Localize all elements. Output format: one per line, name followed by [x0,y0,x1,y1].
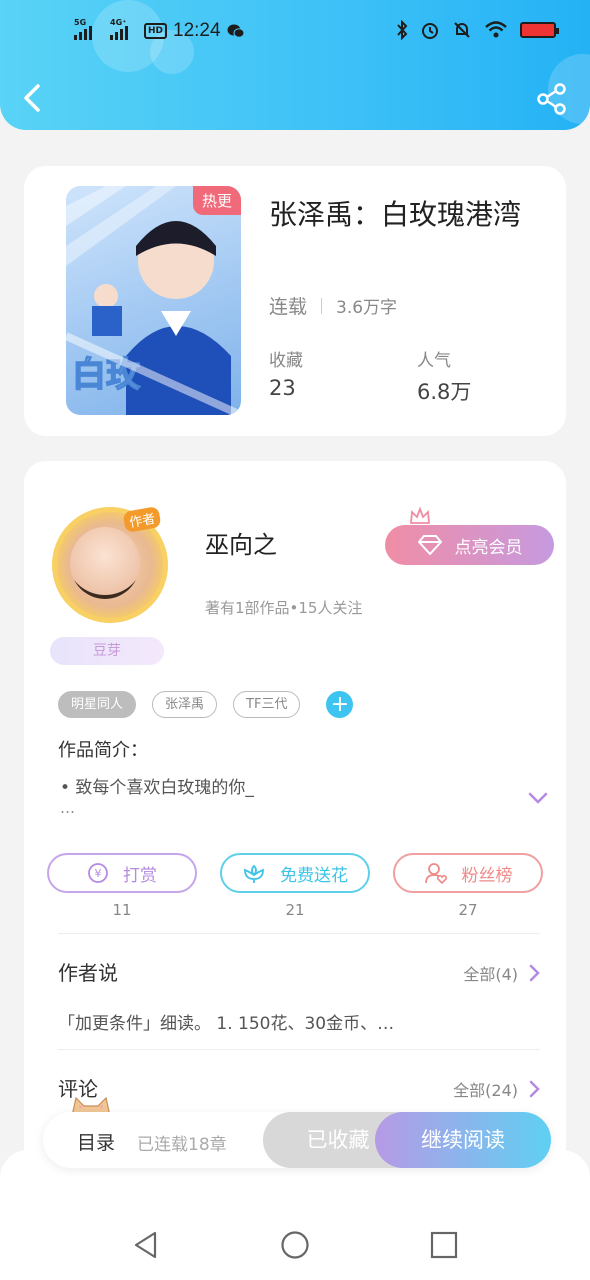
author-stats: 著有1部作品•15人关注 [205,599,363,617]
favorites-label: 收藏 [269,351,303,371]
add-tag-button[interactable]: + [326,691,354,718]
header: 5G 4G⁺ HD 12:24 [0,0,590,130]
author-avatar[interactable]: 作者 [48,499,198,649]
tag-list: 明星同人 张泽禹 TF三代 + [58,691,354,718]
send-flower-button[interactable]: 免费送花 [220,853,370,893]
alarm-icon [422,23,438,39]
divider [58,933,540,934]
tip-button[interactable]: ¥ 打赏 [47,853,197,893]
toc-status: 已连载18章 [137,1135,227,1155]
nav-home-icon[interactable] [280,1230,310,1260]
nav-recents-icon[interactable] [429,1230,459,1260]
comments-more-label: 全部(24) [453,1081,518,1100]
expand-chevron-icon[interactable] [527,791,549,805]
meta-divider [321,297,323,314]
author-says-more-label: 全部(4) [463,965,518,984]
signal-5g-icon: 5G [74,18,92,40]
share-icon[interactable] [536,82,568,116]
system-nav-bar [0,1150,590,1280]
send-flower-label: 免费送花 [280,865,348,886]
fan-ranking-label: 粉丝榜 [461,865,513,886]
author-says-more[interactable]: 全部(4) [463,961,540,985]
tag-item[interactable]: 明星同人 [58,691,137,718]
clock: 12:24 [173,20,221,41]
intro-text: • 致每个喜欢白玫瑰的你_ [60,778,254,798]
chevron-right-icon [529,1080,540,1098]
flower-icon [244,864,264,883]
comments-more[interactable]: 全部(24) [453,1077,540,1101]
fan-user-icon [424,863,447,884]
intro-label: 作品简介： [58,740,148,761]
continue-reading-button[interactable]: 继续阅读 [375,1112,551,1168]
book-cover[interactable]: 白玫 热更 [66,186,241,415]
toc-button[interactable]: 目录 [77,1128,115,1155]
diamond-icon [417,535,442,555]
back-icon[interactable] [18,80,48,116]
nav-back-icon[interactable] [131,1230,161,1260]
author-name[interactable]: 巫向之 [205,525,277,560]
favorites-value: 23 [269,376,296,400]
battery-icon [520,22,559,38]
author-rank-badge: 豆芽 [50,637,164,665]
cover-art-image: 白玫 [66,186,241,415]
word-count: 3.6万字 [336,298,398,318]
mute-icon [454,22,470,38]
fan-count: 27 [458,901,478,919]
divider [58,1049,540,1050]
hd-icon: HD [144,23,168,39]
status-bar: 5G 4G⁺ HD 12:24 [0,12,590,52]
tip-label: 打赏 [123,865,157,886]
coin-icon: ¥ [88,863,108,883]
signal-4g-icon: 4G⁺ [110,18,128,40]
author-says-title: 作者说 [58,961,118,985]
hot-update-tag: 热更 [192,186,241,215]
bottom-action-bar: 目录 已连载18章 已收藏 继续阅读 [43,1112,551,1168]
bluetooth-icon [397,20,408,40]
vip-button[interactable]: 点亮会员 [385,525,554,565]
tag-item[interactable]: 张泽禹 [152,691,218,718]
popularity-label: 人气 [417,351,451,371]
popularity-value: 6.8万 [417,380,472,404]
book-title: 张泽禹：白玫瑰港湾 [269,198,522,231]
intro-ellipsis: … [60,799,75,817]
book-info-card: 白玫 热更 张泽禹：白玫瑰港湾 连载 3.6万字 收藏 23 人气 6.8万 [24,166,566,436]
fan-ranking-button[interactable]: 粉丝榜 [393,853,543,893]
crown-icon [410,507,430,524]
serial-status: 连载 [269,296,308,318]
vip-button-label: 点亮会员 [454,537,523,558]
wifi-icon [485,21,507,38]
svg-text:¥: ¥ [95,867,102,880]
author-card: 作者 豆芽 巫向之 著有1部作品•15人关注 点亮会员 明星同人 张泽禹 TF三… [24,461,566,1181]
book-meta: 连载 3.6万字 [269,292,397,319]
author-says-text[interactable]: 「加更条件」细读。 1. 150花、30金币、… [58,1009,394,1034]
avatar-photo [70,527,140,599]
tip-count: 11 [112,901,132,919]
wechat-icon [227,24,245,38]
tag-item[interactable]: TF三代 [233,691,301,718]
flower-count: 21 [285,901,305,919]
chevron-right-icon [529,964,540,982]
